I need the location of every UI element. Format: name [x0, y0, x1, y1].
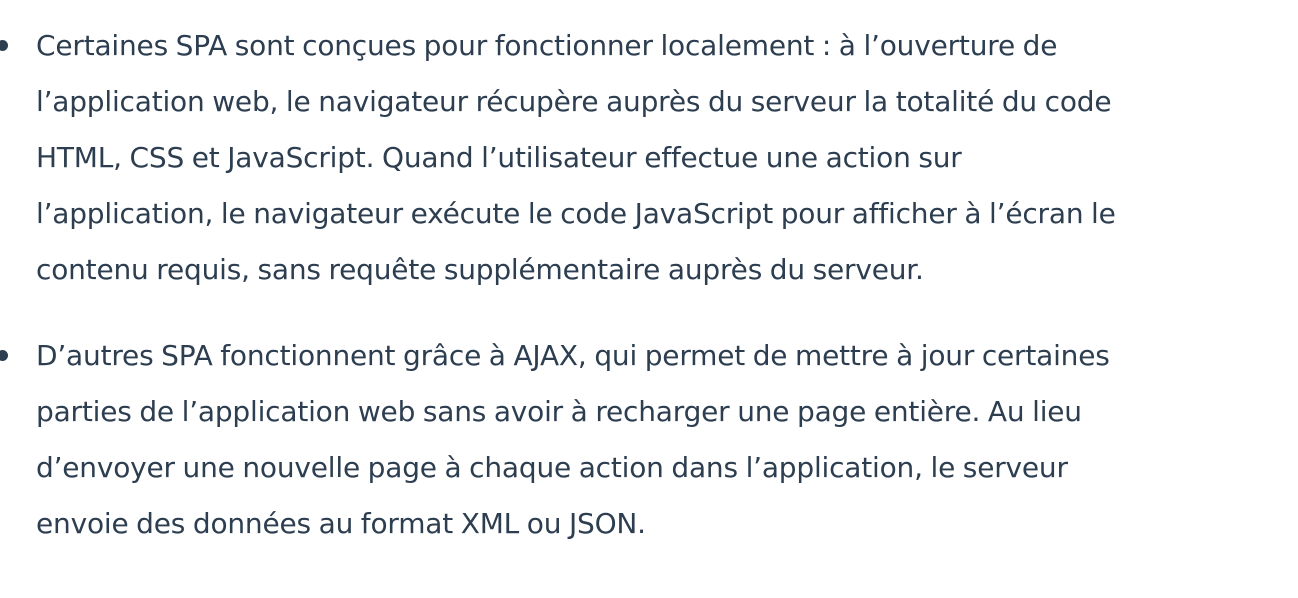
- paragraph-line: l’application, le navigateur exécute le …: [36, 197, 1116, 230]
- paragraph-line: l’application web, le navigateur récupèr…: [36, 85, 1112, 118]
- bullet-dot-icon: [0, 350, 8, 361]
- paragraph-line: HTML, CSS et JavaScript. Quand l’utilisa…: [36, 141, 962, 174]
- bullet-list: Certaines SPA sont conçues pour fonction…: [0, 18, 1298, 582]
- paragraph-line: Certaines SPA sont conçues pour fonction…: [36, 29, 1058, 62]
- list-item: D’autres SPA fonctionnent grâce à AJAX, …: [0, 328, 1298, 552]
- bullet-dot-icon: [0, 40, 8, 51]
- paragraph-line: d’envoyer une nouvelle page à chaque act…: [36, 451, 1068, 484]
- paragraph-line: envoie des données au format XML ou JSON…: [36, 507, 646, 540]
- list-item: Certaines SPA sont conçues pour fonction…: [0, 18, 1298, 298]
- paragraph-line: contenu requis, sans requête supplémenta…: [36, 253, 924, 286]
- paragraph-line: D’autres SPA fonctionnent grâce à AJAX, …: [36, 339, 1110, 372]
- paragraph-line: parties de l’application web sans avoir …: [36, 395, 1082, 428]
